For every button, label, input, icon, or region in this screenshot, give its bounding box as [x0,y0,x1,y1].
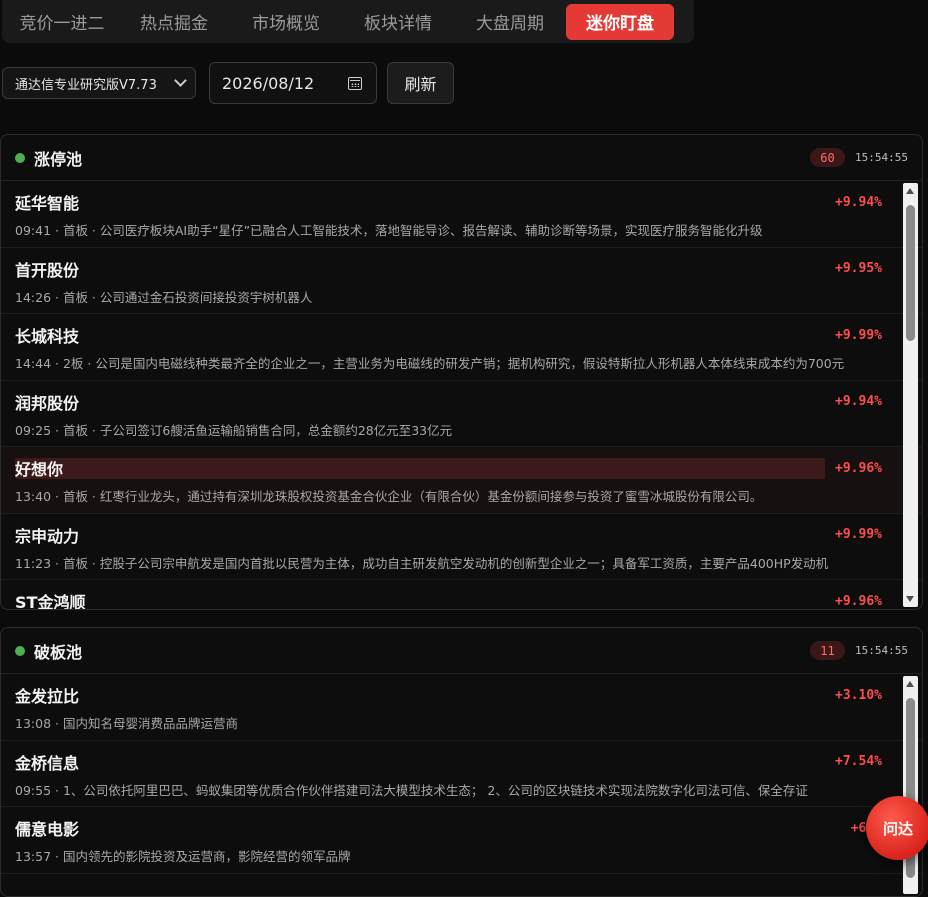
scrollbar[interactable] [903,183,918,607]
panel-title: 破板池 [34,642,83,662]
stock-change: +9.94% [835,194,882,210]
stock-desc: 09:55 · 1、公司依托阿里巴巴、蚂蚁集团等优质合作伙伴搭建司法大模型技术生… [15,782,808,798]
list-item[interactable]: 润邦股份 +9.94% 09:25 · 首板 · 子公司签订6艘活鱼运输船销售合同… [1,381,922,447]
list-item[interactable]: 延华智能 +9.94% 09:41 · 首板 · 公司医疗板块AI助手“星仔”已融… [1,181,922,248]
count-badge: 11 [810,641,846,660]
scroll-down-arrow-icon[interactable] [906,596,914,602]
stock-change: +9.96% [835,593,882,609]
stock-desc: 13:08 · 国内知名母婴消费品品牌运营商 [15,716,238,731]
scroll-up-arrow-icon[interactable] [906,681,914,687]
list-item-highlighted[interactable]: 好想你 +9.96% 13:40 · 首板 · 红枣行业龙头，通过持有深圳龙珠股权… [1,447,922,514]
refresh-button[interactable]: 刷新 [387,62,454,104]
stock-change: +7.54% [835,754,882,769]
stock-change: +9.94% [835,394,882,409]
list-item[interactable]: ST金鸿顺 +9.96% [1,580,922,609]
stock-desc: 13:57 · 国内领先的影院投资及运营商，影院经营的领军品牌 [15,849,351,864]
date-value: 2026/08/12 [222,73,315,93]
stock-change: +9.96% [835,460,882,476]
stock-desc: 09:41 · 首板 · 公司医疗板块AI助手“星仔”已融合人工智能技术，落地智… [15,223,763,238]
ask-assistant-button[interactable]: 问达 [866,796,928,860]
tab-market-overview[interactable]: 市场概览 [230,4,342,40]
count-badge: 60 [810,148,846,167]
live-status-dot [15,645,25,656]
stock-name: 延华智能 [15,194,80,213]
broken-pool-panel: 破板池 11 15:54:55 金发拉比 +3.10% 13:08 · 国内知名母… [0,627,923,897]
limit-up-pool-panel: 涨停池 60 15:54:55 延华智能 +9.94% 09:41 · 首板 · … [0,134,923,610]
tab-sector-detail[interactable]: 板块详情 [342,4,454,40]
list-item[interactable]: 首开股份 +9.95% 14:26 · 首板 · 公司通过金石投资间接投资宇树机器… [1,248,922,314]
list-item[interactable]: 金发拉比 +3.10% 13:08 · 国内知名母婴消费品品牌运营商 [1,674,922,741]
stock-desc: 11:23 · 首板 · 控股子公司宗申航发是国内首批以民营为主体，成功自主研发… [15,555,829,571]
stock-name: 金发拉比 [15,687,80,706]
scrollbar-thumb[interactable] [906,205,915,341]
top-tab-bar: 竞价一进二 热点掘金 市场概览 板块详情 大盘周期 迷你盯盘 [2,0,694,43]
stock-change: +9.95% [835,261,882,276]
chevron-down-icon [174,74,187,87]
tab-market-cycle[interactable]: 大盘周期 [454,4,566,40]
stock-list[interactable]: 延华智能 +9.94% 09:41 · 首板 · 公司医疗板块AI助手“星仔”已融… [1,181,922,609]
stock-desc: 09:25 · 首板 · 子公司签订6艘活鱼运输船销售合同，总金额约28亿元至3… [15,422,453,438]
scrollbar[interactable] [903,676,918,894]
tab-mini-watch[interactable]: 迷你盯盘 [566,3,674,40]
stock-name: 宗申动力 [15,526,80,546]
panel-header: 破板池 11 15:54:55 [1,628,922,674]
stock-name: 儒意电影 [15,820,80,839]
version-select[interactable]: 通达信专业研究版V7.73 [2,67,196,99]
stock-name: 好想你 [15,460,64,479]
toolbar: 通达信专业研究版V7.73 2026/08/12 刷新 [2,62,454,104]
stock-desc: 13:40 · 首板 · 红枣行业龙头，通过持有深圳龙珠股权投资基金合伙企业（有… [15,489,763,504]
list-item[interactable]: 金桥信息 +7.54% 09:55 · 1、公司依托阿里巴巴、蚂蚁集团等优质合作伙… [1,741,922,807]
calendar-icon[interactable] [348,76,362,90]
stock-desc: 14:44 · 2板 · 公司是国内电磁线种类最齐全的企业之一，主营业务为电磁线… [15,356,845,371]
stock-name: 金桥信息 [15,753,80,773]
stock-name: ST金鸿顺 [15,593,86,609]
list-item[interactable]: 儒意电影+6.5 13:57 · 国内领先的影院投资及运营商，影院经营的领军品牌 [1,807,922,874]
list-item[interactable]: 长城科技 +9.99% 14:44 · 2板 · 公司是国内电磁线种类最齐全的企业… [1,314,922,381]
list-item[interactable]: 宗申动力 +9.99% 11:23 · 首板 · 控股子公司宗申航发是国内首批以民… [1,514,922,580]
panel-header: 涨停池 60 15:54:55 [1,135,922,181]
version-select-value: 通达信专业研究版V7.73 [15,77,157,93]
highlight-bar: 好想你 [15,457,826,479]
stock-change: +9.99% [835,327,882,343]
stock-list[interactable]: 金发拉比 +3.10% 13:08 · 国内知名母婴消费品品牌运营商 金桥信息 +7… [1,674,922,896]
update-time: 15:54:55 [855,644,908,657]
stock-desc: 14:26 · 首板 · 公司通过金石投资间接投资宇树机器人 [15,289,313,305]
stock-name: 润邦股份 [15,393,80,413]
stock-name: 首开股份 [15,260,80,280]
scroll-up-arrow-icon[interactable] [906,188,914,194]
tab-auction[interactable]: 竞价一进二 [6,4,118,40]
tab-hotspot[interactable]: 热点掘金 [118,4,230,40]
update-time: 15:54:55 [855,151,908,164]
stock-change: +9.99% [835,527,882,542]
date-input[interactable]: 2026/08/12 [209,62,377,104]
live-status-dot [15,152,25,163]
panel-title: 涨停池 [34,149,83,169]
stock-name: 长城科技 [15,327,80,346]
stock-change: +3.10% [835,687,882,703]
